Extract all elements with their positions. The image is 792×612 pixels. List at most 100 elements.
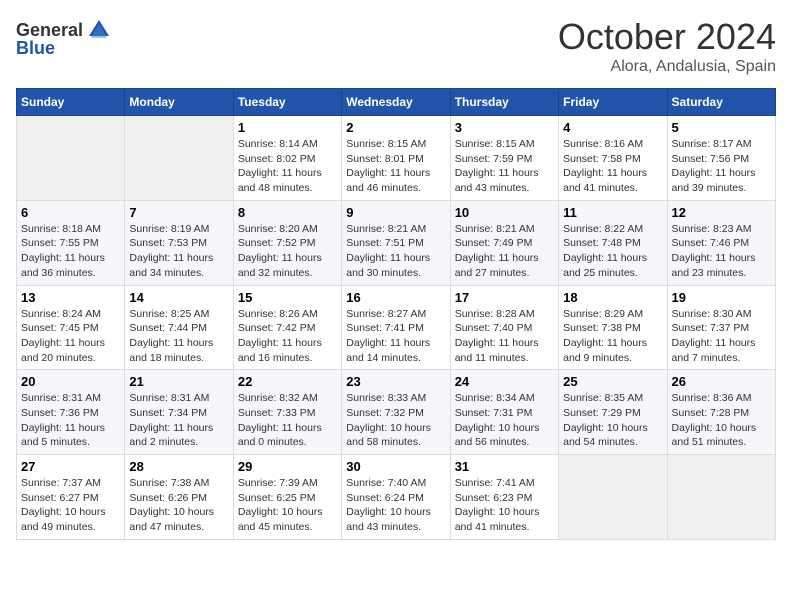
- day-info: Sunrise: 8:24 AM Sunset: 7:45 PM Dayligh…: [21, 307, 120, 366]
- sunset-text: Sunset: 7:56 PM: [672, 153, 750, 165]
- calendar-cell: 15 Sunrise: 8:26 AM Sunset: 7:42 PM Dayl…: [233, 285, 341, 370]
- daylight-text: Daylight: 11 hours and 41 minutes.: [563, 167, 647, 194]
- daylight-text: Daylight: 11 hours and 36 minutes.: [21, 252, 105, 279]
- day-number: 25: [563, 374, 662, 389]
- day-number: 1: [238, 120, 337, 135]
- calendar-cell: 18 Sunrise: 8:29 AM Sunset: 7:38 PM Dayl…: [559, 285, 667, 370]
- day-info: Sunrise: 8:15 AM Sunset: 7:59 PM Dayligh…: [455, 137, 554, 196]
- sunrise-text: Sunrise: 8:33 AM: [346, 392, 426, 404]
- calendar-week-row: 1 Sunrise: 8:14 AM Sunset: 8:02 PM Dayli…: [17, 116, 776, 201]
- sunset-text: Sunset: 7:49 PM: [455, 237, 533, 249]
- sunrise-text: Sunrise: 8:19 AM: [129, 223, 209, 235]
- calendar-cell: 21 Sunrise: 8:31 AM Sunset: 7:34 PM Dayl…: [125, 370, 233, 455]
- sunset-text: Sunset: 7:31 PM: [455, 407, 533, 419]
- sunrise-text: Sunrise: 8:25 AM: [129, 308, 209, 320]
- sunset-text: Sunset: 7:41 PM: [346, 322, 424, 334]
- sunset-text: Sunset: 7:36 PM: [21, 407, 99, 419]
- sunrise-text: Sunrise: 8:28 AM: [455, 308, 535, 320]
- sunrise-text: Sunrise: 8:31 AM: [21, 392, 101, 404]
- day-info: Sunrise: 7:40 AM Sunset: 6:24 PM Dayligh…: [346, 476, 445, 535]
- calendar-cell: 4 Sunrise: 8:16 AM Sunset: 7:58 PM Dayli…: [559, 116, 667, 201]
- sunset-text: Sunset: 7:51 PM: [346, 237, 424, 249]
- day-info: Sunrise: 8:14 AM Sunset: 8:02 PM Dayligh…: [238, 137, 337, 196]
- sunset-text: Sunset: 7:37 PM: [672, 322, 750, 334]
- sunrise-text: Sunrise: 8:34 AM: [455, 392, 535, 404]
- sunset-text: Sunset: 6:24 PM: [346, 492, 424, 504]
- sunset-text: Sunset: 6:25 PM: [238, 492, 316, 504]
- sunrise-text: Sunrise: 8:31 AM: [129, 392, 209, 404]
- calendar-cell: 23 Sunrise: 8:33 AM Sunset: 7:32 PM Dayl…: [342, 370, 450, 455]
- daylight-text: Daylight: 11 hours and 20 minutes.: [21, 337, 105, 364]
- sunrise-text: Sunrise: 8:36 AM: [672, 392, 752, 404]
- calendar-cell: 30 Sunrise: 7:40 AM Sunset: 6:24 PM Dayl…: [342, 455, 450, 540]
- calendar-cell: 24 Sunrise: 8:34 AM Sunset: 7:31 PM Dayl…: [450, 370, 558, 455]
- calendar-week-row: 20 Sunrise: 8:31 AM Sunset: 7:36 PM Dayl…: [17, 370, 776, 455]
- page-header: General Blue October 2024 Alora, Andalus…: [16, 16, 776, 76]
- sunset-text: Sunset: 7:38 PM: [563, 322, 641, 334]
- day-number: 3: [455, 120, 554, 135]
- sunset-text: Sunset: 6:27 PM: [21, 492, 99, 504]
- day-info: Sunrise: 8:16 AM Sunset: 7:58 PM Dayligh…: [563, 137, 662, 196]
- daylight-text: Daylight: 11 hours and 11 minutes.: [455, 337, 539, 364]
- day-info: Sunrise: 7:41 AM Sunset: 6:23 PM Dayligh…: [455, 476, 554, 535]
- sunset-text: Sunset: 7:53 PM: [129, 237, 207, 249]
- calendar-cell: 10 Sunrise: 8:21 AM Sunset: 7:49 PM Dayl…: [450, 200, 558, 285]
- sunset-text: Sunset: 7:46 PM: [672, 237, 750, 249]
- daylight-text: Daylight: 10 hours and 58 minutes.: [346, 422, 431, 449]
- daylight-text: Daylight: 10 hours and 54 minutes.: [563, 422, 648, 449]
- day-info: Sunrise: 8:21 AM Sunset: 7:51 PM Dayligh…: [346, 222, 445, 281]
- calendar-cell: 27 Sunrise: 7:37 AM Sunset: 6:27 PM Dayl…: [17, 455, 125, 540]
- sunset-text: Sunset: 7:32 PM: [346, 407, 424, 419]
- calendar-week-row: 27 Sunrise: 7:37 AM Sunset: 6:27 PM Dayl…: [17, 455, 776, 540]
- calendar-week-row: 13 Sunrise: 8:24 AM Sunset: 7:45 PM Dayl…: [17, 285, 776, 370]
- daylight-text: Daylight: 11 hours and 0 minutes.: [238, 422, 322, 449]
- sunrise-text: Sunrise: 7:40 AM: [346, 477, 426, 489]
- day-info: Sunrise: 8:15 AM Sunset: 8:01 PM Dayligh…: [346, 137, 445, 196]
- sunset-text: Sunset: 7:52 PM: [238, 237, 316, 249]
- calendar-cell: 7 Sunrise: 8:19 AM Sunset: 7:53 PM Dayli…: [125, 200, 233, 285]
- day-number: 18: [563, 290, 662, 305]
- calendar-cell: [559, 455, 667, 540]
- day-number: 24: [455, 374, 554, 389]
- weekday-header: Tuesday: [233, 89, 341, 116]
- sunset-text: Sunset: 7:55 PM: [21, 237, 99, 249]
- day-info: Sunrise: 8:31 AM Sunset: 7:36 PM Dayligh…: [21, 391, 120, 450]
- daylight-text: Daylight: 11 hours and 16 minutes.: [238, 337, 322, 364]
- weekday-header: Saturday: [667, 89, 775, 116]
- day-number: 28: [129, 459, 228, 474]
- day-info: Sunrise: 8:27 AM Sunset: 7:41 PM Dayligh…: [346, 307, 445, 366]
- sunset-text: Sunset: 6:23 PM: [455, 492, 533, 504]
- sunrise-text: Sunrise: 8:30 AM: [672, 308, 752, 320]
- day-number: 14: [129, 290, 228, 305]
- daylight-text: Daylight: 11 hours and 25 minutes.: [563, 252, 647, 279]
- day-number: 30: [346, 459, 445, 474]
- day-number: 20: [21, 374, 120, 389]
- location-title: Alora, Andalusia, Spain: [558, 58, 776, 76]
- sunrise-text: Sunrise: 7:38 AM: [129, 477, 209, 489]
- day-info: Sunrise: 8:35 AM Sunset: 7:29 PM Dayligh…: [563, 391, 662, 450]
- calendar-cell: 8 Sunrise: 8:20 AM Sunset: 7:52 PM Dayli…: [233, 200, 341, 285]
- day-number: 19: [672, 290, 771, 305]
- daylight-text: Daylight: 11 hours and 9 minutes.: [563, 337, 647, 364]
- day-info: Sunrise: 7:37 AM Sunset: 6:27 PM Dayligh…: [21, 476, 120, 535]
- day-number: 16: [346, 290, 445, 305]
- sunrise-text: Sunrise: 8:26 AM: [238, 308, 318, 320]
- calendar-cell: 1 Sunrise: 8:14 AM Sunset: 8:02 PM Dayli…: [233, 116, 341, 201]
- day-number: 2: [346, 120, 445, 135]
- sunrise-text: Sunrise: 8:20 AM: [238, 223, 318, 235]
- logo-icon: [85, 16, 113, 44]
- calendar-cell: 14 Sunrise: 8:25 AM Sunset: 7:44 PM Dayl…: [125, 285, 233, 370]
- day-info: Sunrise: 8:25 AM Sunset: 7:44 PM Dayligh…: [129, 307, 228, 366]
- day-info: Sunrise: 8:22 AM Sunset: 7:48 PM Dayligh…: [563, 222, 662, 281]
- calendar-cell: 26 Sunrise: 8:36 AM Sunset: 7:28 PM Dayl…: [667, 370, 775, 455]
- daylight-text: Daylight: 10 hours and 47 minutes.: [129, 506, 214, 533]
- day-number: 27: [21, 459, 120, 474]
- sunrise-text: Sunrise: 8:17 AM: [672, 138, 752, 150]
- daylight-text: Daylight: 10 hours and 41 minutes.: [455, 506, 540, 533]
- weekday-header: Wednesday: [342, 89, 450, 116]
- daylight-text: Daylight: 11 hours and 5 minutes.: [21, 422, 105, 449]
- calendar-cell: [125, 116, 233, 201]
- day-info: Sunrise: 8:34 AM Sunset: 7:31 PM Dayligh…: [455, 391, 554, 450]
- day-info: Sunrise: 8:30 AM Sunset: 7:37 PM Dayligh…: [672, 307, 771, 366]
- day-number: 4: [563, 120, 662, 135]
